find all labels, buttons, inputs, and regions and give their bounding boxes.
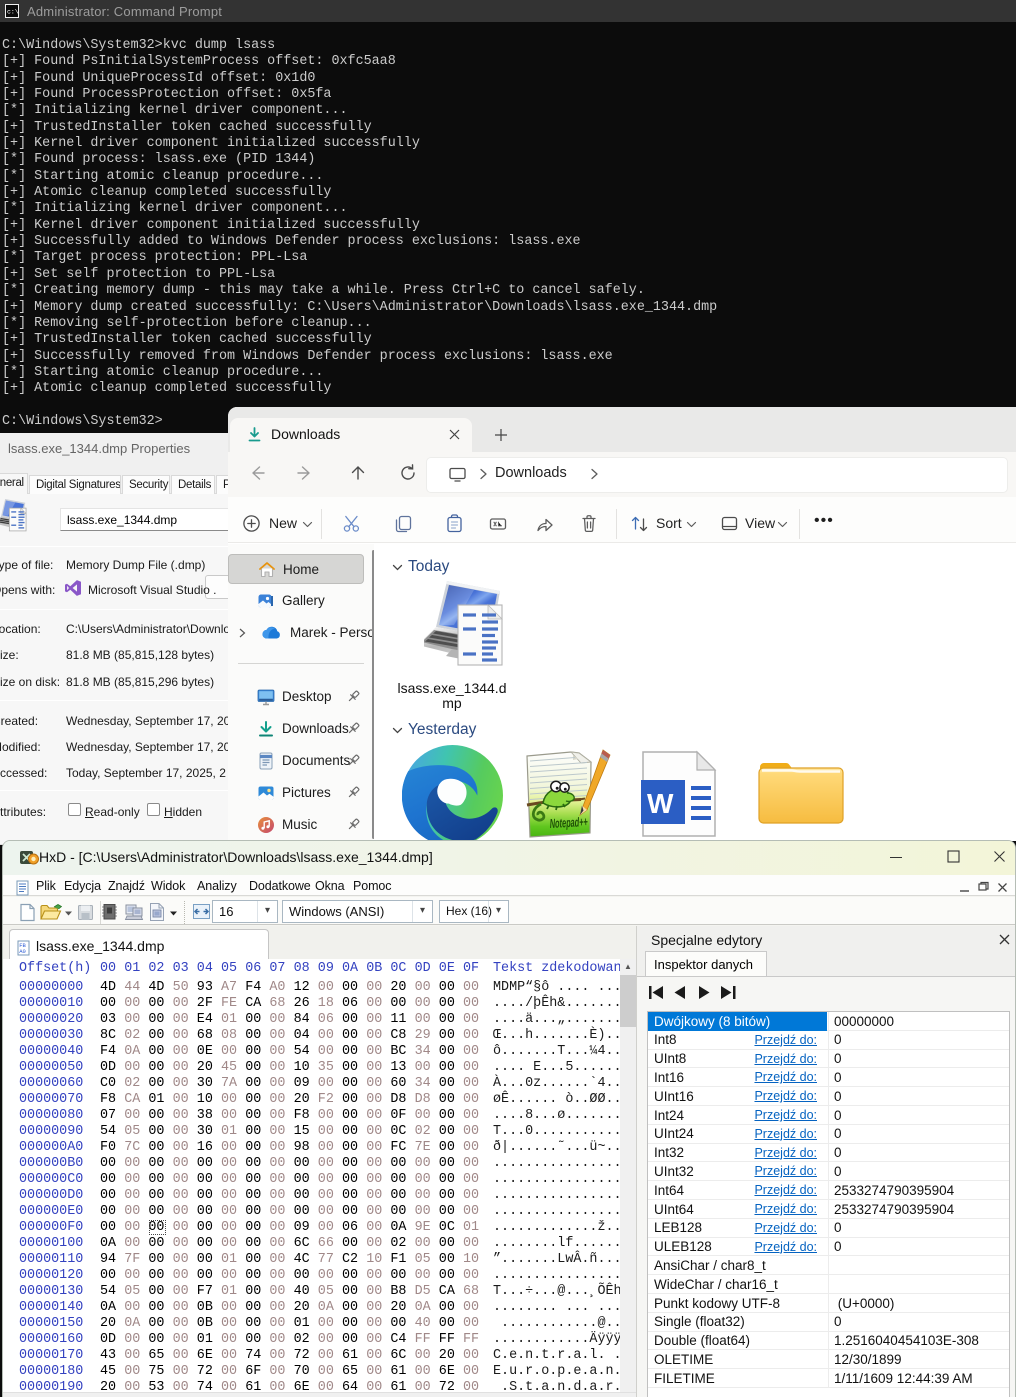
svg-text:Notepad++: Notepad++: [549, 814, 588, 831]
svg-text:A0: A0: [19, 948, 26, 955]
svg-text:c:\: c:\: [7, 9, 19, 16]
svg-text:W: W: [647, 788, 674, 819]
